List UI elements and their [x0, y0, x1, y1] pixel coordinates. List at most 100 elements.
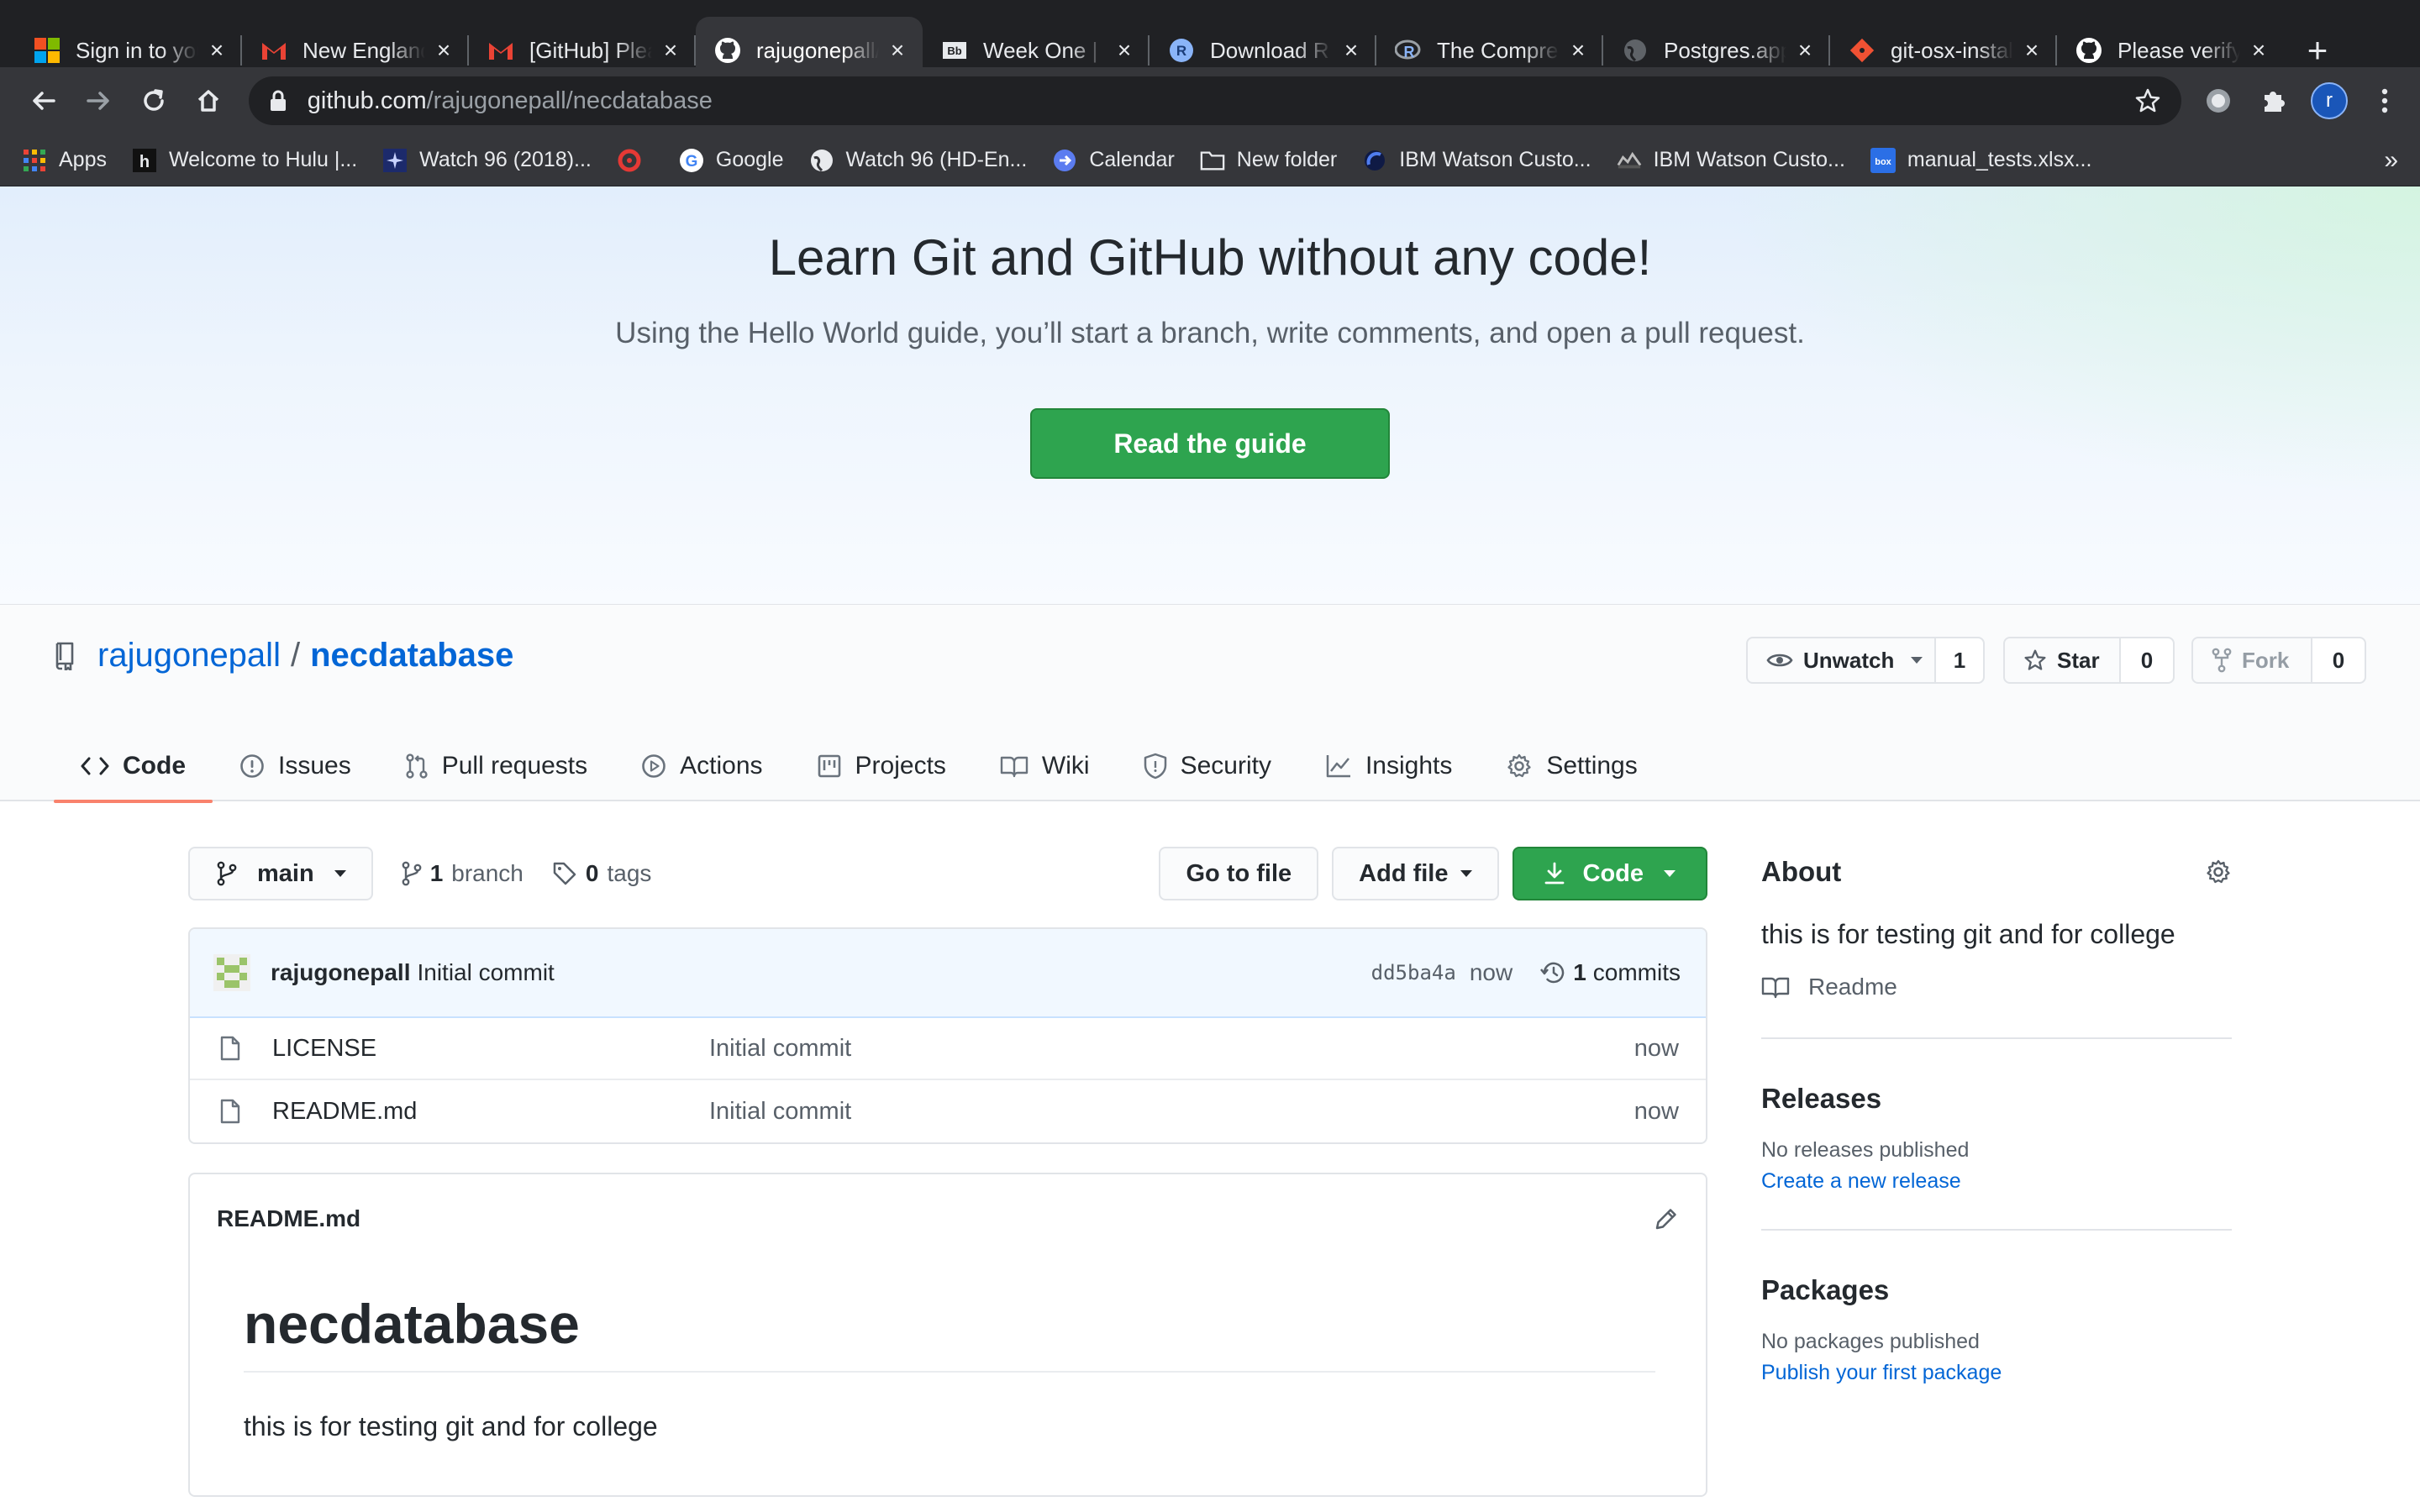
branch-selector[interactable]: main [188, 847, 373, 900]
tab-insights[interactable]: Insights [1298, 731, 1479, 801]
commit-sha-link[interactable]: dd5ba4a [1371, 961, 1456, 984]
about-header: About [1761, 850, 2232, 894]
bookmark-red-circle[interactable] [617, 148, 654, 173]
repo-path-separator: / [290, 637, 301, 674]
sidebar-readme-link[interactable]: Readme [1761, 974, 2232, 1000]
tags-link[interactable]: 0 tags [552, 860, 651, 887]
repo-owner-link[interactable]: rajugonepall [97, 637, 281, 675]
close-icon[interactable]: × [1339, 37, 1363, 63]
hulu-icon: h [132, 148, 157, 173]
reload-button[interactable] [127, 74, 180, 128]
svg-text:Bb: Bb [947, 45, 961, 57]
bookmark-new-folder[interactable]: New folder [1200, 148, 1337, 173]
fork-count[interactable]: 0 [2312, 638, 2365, 682]
bookmark-label: Watch 96 (2018)... [419, 148, 592, 171]
readme-panel: README.md necdatabase this is for testin… [188, 1173, 1707, 1497]
user-identicon-avatar[interactable] [213, 954, 250, 991]
unwatch-label: Unwatch [1803, 647, 1895, 673]
tab-projects[interactable]: Projects [790, 731, 973, 801]
close-icon[interactable]: × [432, 37, 455, 63]
commit-author-link[interactable]: rajugonepall [271, 959, 410, 986]
tab-actions[interactable]: Actions [614, 731, 789, 801]
star-label: Star [2057, 647, 2100, 673]
close-icon[interactable]: × [1566, 37, 1590, 63]
bookmark-star-icon[interactable] [2134, 87, 2161, 114]
ibm-icon [1362, 148, 1387, 173]
chevron-down-icon [1460, 870, 1472, 877]
svg-text:box: box [1875, 157, 1891, 167]
watch-count[interactable]: 1 [1936, 638, 1983, 682]
commit-message-link[interactable]: Initial commit [417, 959, 554, 986]
file-navigation: main 1 branch 0 tags Go to file Add file… [188, 847, 1707, 900]
bookmark-ibm-watson-2[interactable]: IBM Watson Custo... [1617, 148, 1845, 173]
tab-title: Please verify [2118, 37, 2240, 63]
close-icon[interactable]: × [2020, 37, 2044, 63]
tab-wiki[interactable]: Wiki [973, 731, 1117, 801]
readme-filename: README.md [217, 1205, 361, 1231]
back-button[interactable] [17, 74, 70, 128]
repo-nav-tabs: Code Issues Pull requests Actions Projec… [54, 731, 1665, 803]
bookmark-apps[interactable]: Apps [22, 148, 107, 173]
tab-security[interactable]: Security [1117, 731, 1298, 801]
tab-issues[interactable]: Issues [213, 731, 378, 801]
publish-package-link[interactable]: Publish your first package [1761, 1361, 2232, 1385]
file-row[interactable]: README.md Initial commit now [190, 1080, 1706, 1142]
bookmark-google[interactable]: G Google [679, 148, 784, 173]
fork-button[interactable]: Fork [2193, 638, 2312, 682]
releases-title[interactable]: Releases [1761, 1083, 2232, 1115]
file-name-link[interactable]: LICENSE [272, 1035, 709, 1063]
close-icon[interactable]: × [2247, 37, 2270, 63]
code-button-label: Code [1582, 859, 1644, 887]
tab-title: The Comprehensive [1437, 37, 1560, 63]
tab-code[interactable]: Code [54, 731, 213, 803]
extension-circle-icon[interactable] [2200, 82, 2237, 119]
repo-main-column: main 1 branch 0 tags Go to file Add file… [188, 847, 1707, 1497]
gear-icon[interactable] [2205, 858, 2232, 885]
home-icon [195, 87, 222, 114]
puzzle-extensions-icon[interactable] [2255, 82, 2292, 119]
packages-title[interactable]: Packages [1761, 1274, 2232, 1306]
file-name-link[interactable]: README.md [272, 1098, 709, 1126]
bookmark-watch-96-hd[interactable]: Watch 96 (HD-En... [809, 148, 1027, 173]
go-to-file-button[interactable]: Go to file [1159, 847, 1319, 900]
bookmark-watch-96[interactable]: Watch 96 (2018)... [382, 148, 592, 173]
read-guide-button[interactable]: Read the guide [1030, 408, 1390, 479]
repo-breadcrumb: rajugonepall / necdatabase [54, 637, 513, 675]
repo-name-link[interactable]: necdatabase [310, 637, 513, 675]
tab-label: Pull requests [441, 752, 588, 780]
bookmark-calendar[interactable]: Calendar [1052, 148, 1175, 173]
kebab-menu-icon[interactable] [2366, 82, 2403, 119]
bookmark-ibm-watson-1[interactable]: IBM Watson Custo... [1362, 148, 1591, 173]
close-icon[interactable]: × [1793, 37, 1817, 63]
commits-history-link[interactable]: 1 commits [1539, 959, 1681, 986]
file-commit-message-link[interactable]: Initial commit [709, 1035, 1634, 1063]
create-release-link[interactable]: Create a new release [1761, 1169, 2232, 1194]
star-button[interactable]: Star [2005, 638, 2121, 682]
code-icon [81, 756, 109, 776]
close-icon[interactable]: × [205, 37, 229, 63]
home-button[interactable] [182, 74, 234, 128]
download-icon [1544, 862, 1565, 885]
file-commit-message-link[interactable]: Initial commit [709, 1098, 1634, 1126]
close-icon[interactable]: × [886, 37, 909, 63]
close-icon[interactable]: × [659, 37, 682, 63]
bookmarks-overflow-button[interactable]: » [2384, 146, 2398, 175]
file-row[interactable]: LICENSE Initial commit now [190, 1018, 1706, 1080]
tab-settings[interactable]: Settings [1479, 731, 1664, 801]
tab-pull-requests[interactable]: Pull requests [378, 731, 614, 801]
bookmark-hulu[interactable]: h Welcome to Hulu |... [132, 148, 357, 173]
r-project-icon: R [1168, 37, 1195, 64]
code-download-button[interactable]: Code [1512, 847, 1707, 900]
git-icon [1849, 37, 1876, 64]
star-count[interactable]: 0 [2121, 638, 2173, 682]
close-icon[interactable]: × [1113, 37, 1136, 63]
forward-button[interactable] [71, 74, 124, 128]
branches-link[interactable]: 1 branch [402, 860, 523, 887]
bookmark-manual-tests[interactable]: box manual_tests.xlsx... [1870, 147, 2091, 173]
unwatch-button[interactable]: Unwatch [1748, 638, 1936, 682]
add-file-button[interactable]: Add file [1332, 847, 1499, 900]
profile-avatar[interactable]: r [2310, 82, 2348, 119]
address-bar[interactable]: github.com/rajugonepall/necdatabase [248, 76, 2181, 125]
fork-label: Fork [2242, 647, 2290, 673]
pencil-edit-icon[interactable] [1654, 1206, 1679, 1231]
